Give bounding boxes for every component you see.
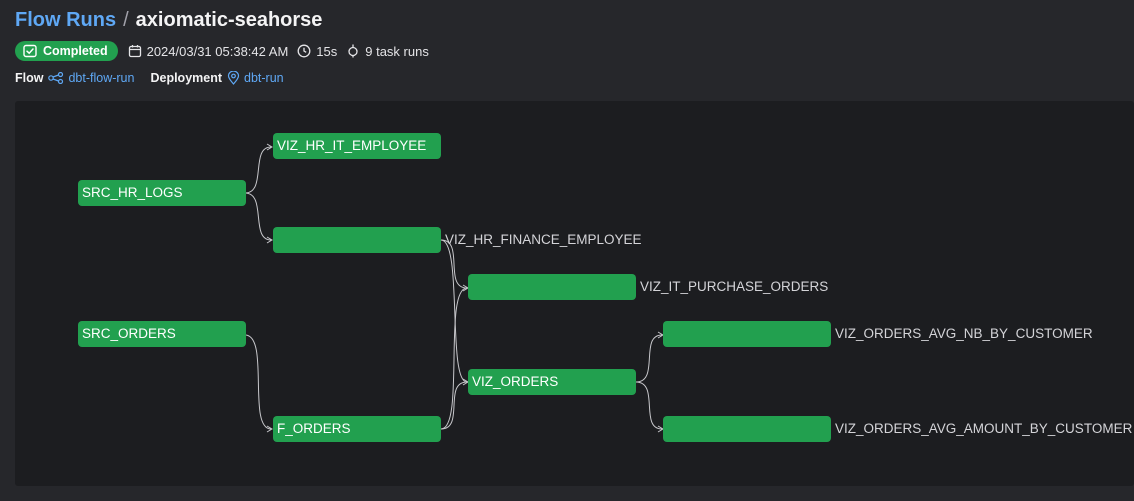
start-time: 2024/03/31 05:38:42 AM <box>128 43 289 59</box>
flow-name: dbt-flow-run <box>68 71 135 85</box>
flow-label: Flow <box>15 71 44 85</box>
flow-info-group: Flow dbt-flow-run <box>15 71 134 85</box>
duration-value: 15s <box>316 43 338 59</box>
edge <box>440 381 468 430</box>
flow-run-graph[interactable]: VIZ_HR_IT_EMPLOYEE SRC_HR_LOGS VIZ_HR_FI… <box>15 101 1134 486</box>
run-meta: Completed 2024/03/31 05:38:42 AM 15s 9 t… <box>15 41 438 61</box>
flow-link[interactable]: dbt-flow-run <box>48 71 134 85</box>
node-src-orders[interactable]: SRC_ORDERS <box>78 321 246 347</box>
deployment-info-group: Deployment dbt-run <box>150 71 284 85</box>
node-viz-hr-it-employee[interactable]: VIZ_HR_IT_EMPLOYEE <box>273 133 441 159</box>
node-label-viz-orders-avg-nb-by-customer: VIZ_ORDERS_AVG_NB_BY_CUSTOMER <box>835 326 1093 341</box>
edge <box>244 192 272 241</box>
start-time-value: 2024/03/31 05:38:42 AM <box>146 43 289 59</box>
flow-info: Flow dbt-flow-run Deployment dbt-run <box>15 69 300 87</box>
node-label-viz-orders-avg-amount-by-customer: VIZ_ORDERS_AVG_AMOUNT_BY_CUSTOMER <box>835 421 1133 436</box>
status-label: Completed <box>43 44 108 58</box>
node-label-viz-hr-finance-employee: VIZ_HR_FINANCE_EMPLOYEE <box>445 232 642 247</box>
breadcrumb-flow-runs-link[interactable]: Flow Runs <box>15 9 116 32</box>
map-pin-icon <box>227 71 240 85</box>
task-runs: 9 task runs <box>346 44 429 59</box>
check-square-icon <box>23 44 37 58</box>
task-node-icon <box>348 44 358 58</box>
page-title: axiomatic-seahorse <box>135 8 323 31</box>
deployment-name: dbt-run <box>244 71 284 85</box>
status-badge: Completed <box>15 41 118 61</box>
edge <box>635 334 663 383</box>
duration: 15s <box>297 44 337 59</box>
node-viz-orders-avg-amount-by-customer[interactable] <box>663 416 831 442</box>
node-viz-orders-avg-nb-by-customer[interactable] <box>663 321 831 347</box>
flow-icon <box>48 72 64 84</box>
deployment-label: Deployment <box>150 71 223 85</box>
deployment-link[interactable]: dbt-run <box>227 71 284 85</box>
breadcrumb: Flow Runs / axiomatic-seahorse <box>15 6 322 34</box>
task-runs-value: 9 task runs <box>365 43 429 59</box>
edge <box>244 146 272 194</box>
clock-icon <box>297 44 311 58</box>
node-src-hr-logs[interactable]: SRC_HR_LOGS <box>78 180 246 206</box>
node-f-orders[interactable]: F_ORDERS <box>273 416 441 442</box>
breadcrumb-separator: / <box>123 8 129 31</box>
node-viz-it-purchase-orders[interactable] <box>468 274 636 300</box>
node-viz-orders[interactable]: VIZ_ORDERS <box>468 369 636 395</box>
edge <box>244 334 272 430</box>
edge <box>635 381 663 430</box>
calendar-icon <box>128 45 141 58</box>
node-label-viz-it-purchase-orders: VIZ_IT_PURCHASE_ORDERS <box>640 279 829 294</box>
node-viz-hr-finance-employee[interactable] <box>273 227 441 253</box>
